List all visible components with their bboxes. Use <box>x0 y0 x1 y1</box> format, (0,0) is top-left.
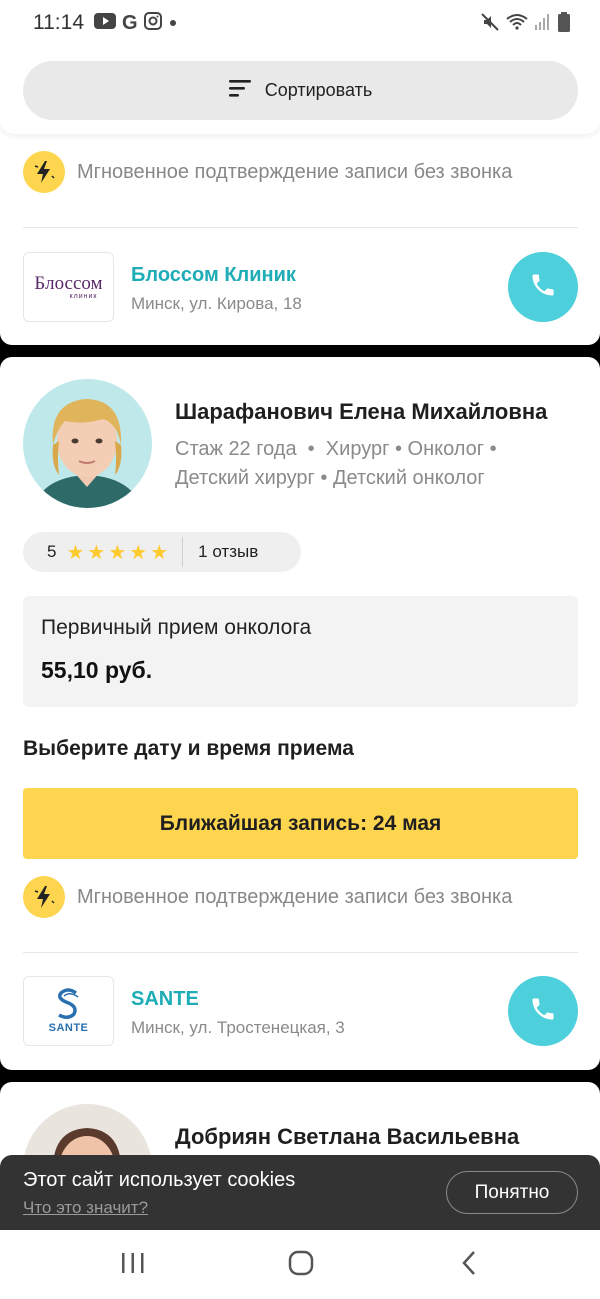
rating-badge[interactable]: 5 ★ ★ ★ ★ ★ 1 отзыв <box>23 532 301 572</box>
divider <box>182 537 184 567</box>
star-icon: ★ <box>150 541 169 564</box>
star-icon: ★ <box>108 541 127 564</box>
clinic-address: Минск, ул. Тростенецкая, 3 <box>131 1018 345 1037</box>
instagram-icon <box>143 12 162 35</box>
nearest-appointment-button[interactable]: Ближайшая запись: 24 мая <box>23 788 578 859</box>
clinic-logo-subtext: клиник <box>69 292 98 300</box>
recent-apps-icon <box>121 1252 145 1279</box>
reviews-count[interactable]: 1 отзыв <box>198 542 258 562</box>
home-button[interactable] <box>281 1250 321 1280</box>
cookie-accept-label: Понятно <box>474 1181 550 1203</box>
clinic-logo-text: SANTE <box>48 1022 89 1034</box>
doctor-name[interactable]: Шарафанович Елена Михайловна <box>175 399 547 425</box>
divider <box>23 227 578 228</box>
star-icon: ★ <box>129 541 148 564</box>
star-icon: ★ <box>66 541 85 564</box>
doctor-name[interactable]: Добриян Светлана Васильевна <box>175 1124 519 1150</box>
clinic-name[interactable]: SANTE <box>131 988 199 1011</box>
instant-confirmation: Мгновенное подтверждение записи без звон… <box>23 876 512 918</box>
star-icon: ★ <box>87 541 106 564</box>
phone-icon <box>529 995 557 1028</box>
instant-confirmation-text: Мгновенное подтверждение записи без звон… <box>77 160 513 183</box>
cookie-banner: Этот сайт использует cookies Что это зна… <box>0 1155 600 1230</box>
service-price: 55,10 руб. <box>41 657 153 683</box>
doctor-avatar[interactable] <box>23 379 152 508</box>
lightning-icon <box>23 151 65 193</box>
cookie-text: Этот сайт использует cookies <box>23 1169 296 1191</box>
doctor-meta-line2: Детский хирург • Детский онколог <box>175 467 485 489</box>
recent-apps-button[interactable] <box>113 1250 153 1280</box>
lightning-icon <box>23 876 65 918</box>
cookie-info-link[interactable]: Что это значит? <box>23 1198 148 1218</box>
nearest-appointment-label: Ближайшая запись: 24 мая <box>159 811 442 835</box>
home-icon <box>288 1250 314 1281</box>
sante-logo-icon <box>57 988 78 1019</box>
instant-confirmation: Мгновенное подтверждение записи без звон… <box>23 151 512 193</box>
instant-confirmation-text: Мгновенное подтверждение записи без звон… <box>77 885 513 908</box>
sort-icon <box>228 78 253 103</box>
doctor-card-previous: Мгновенное подтверждение записи без звон… <box>0 115 600 345</box>
service-price-box: Первичный прием онколога 55,10 руб. <box>23 596 578 707</box>
doctor-meta-line1: Стаж 22 года • Хирург • Онколог • <box>175 438 497 460</box>
mute-icon <box>481 13 499 36</box>
call-button[interactable] <box>508 252 578 322</box>
doctor-specialties: Стаж 22 года • Хирург • Онколог • Детски… <box>175 435 575 493</box>
doctor-card: Шарафанович Елена Михайловна Стаж 22 год… <box>0 357 600 1070</box>
rating-stars: ★ ★ ★ ★ ★ <box>66 540 168 565</box>
google-icon: G <box>122 12 138 34</box>
battery-icon <box>558 12 570 37</box>
signal-icon <box>535 13 551 36</box>
status-bar: 11:14 G <box>0 0 600 46</box>
service-title: Первичный прием онколога <box>41 616 312 639</box>
dot-icon <box>168 15 178 33</box>
sort-button[interactable]: Сортировать <box>23 61 578 120</box>
sort-label: Сортировать <box>264 80 373 100</box>
cookie-accept-button[interactable]: Понятно <box>446 1171 578 1214</box>
rating-value: 5 <box>47 542 57 561</box>
system-nav-bar <box>0 1230 600 1299</box>
clinic-logo-text: Блоссом <box>34 272 103 294</box>
wifi-icon <box>506 13 528 36</box>
call-button[interactable] <box>508 976 578 1046</box>
status-time: 11:14 <box>33 11 84 34</box>
sort-toolbar: Сортировать <box>0 46 600 134</box>
back-button[interactable] <box>449 1250 489 1280</box>
divider <box>23 952 578 953</box>
choose-date-heading: Выберите дату и время приема <box>23 737 354 760</box>
back-icon <box>461 1250 477 1281</box>
youtube-icon <box>94 13 116 34</box>
clinic-logo[interactable]: SANTE <box>23 976 114 1046</box>
clinic-logo[interactable]: Блоссом клиник <box>23 252 114 322</box>
clinic-address: Минск, ул. Кирова, 18 <box>131 294 302 313</box>
phone-icon <box>529 271 557 304</box>
clinic-name[interactable]: Блоссом Клиник <box>131 264 296 287</box>
